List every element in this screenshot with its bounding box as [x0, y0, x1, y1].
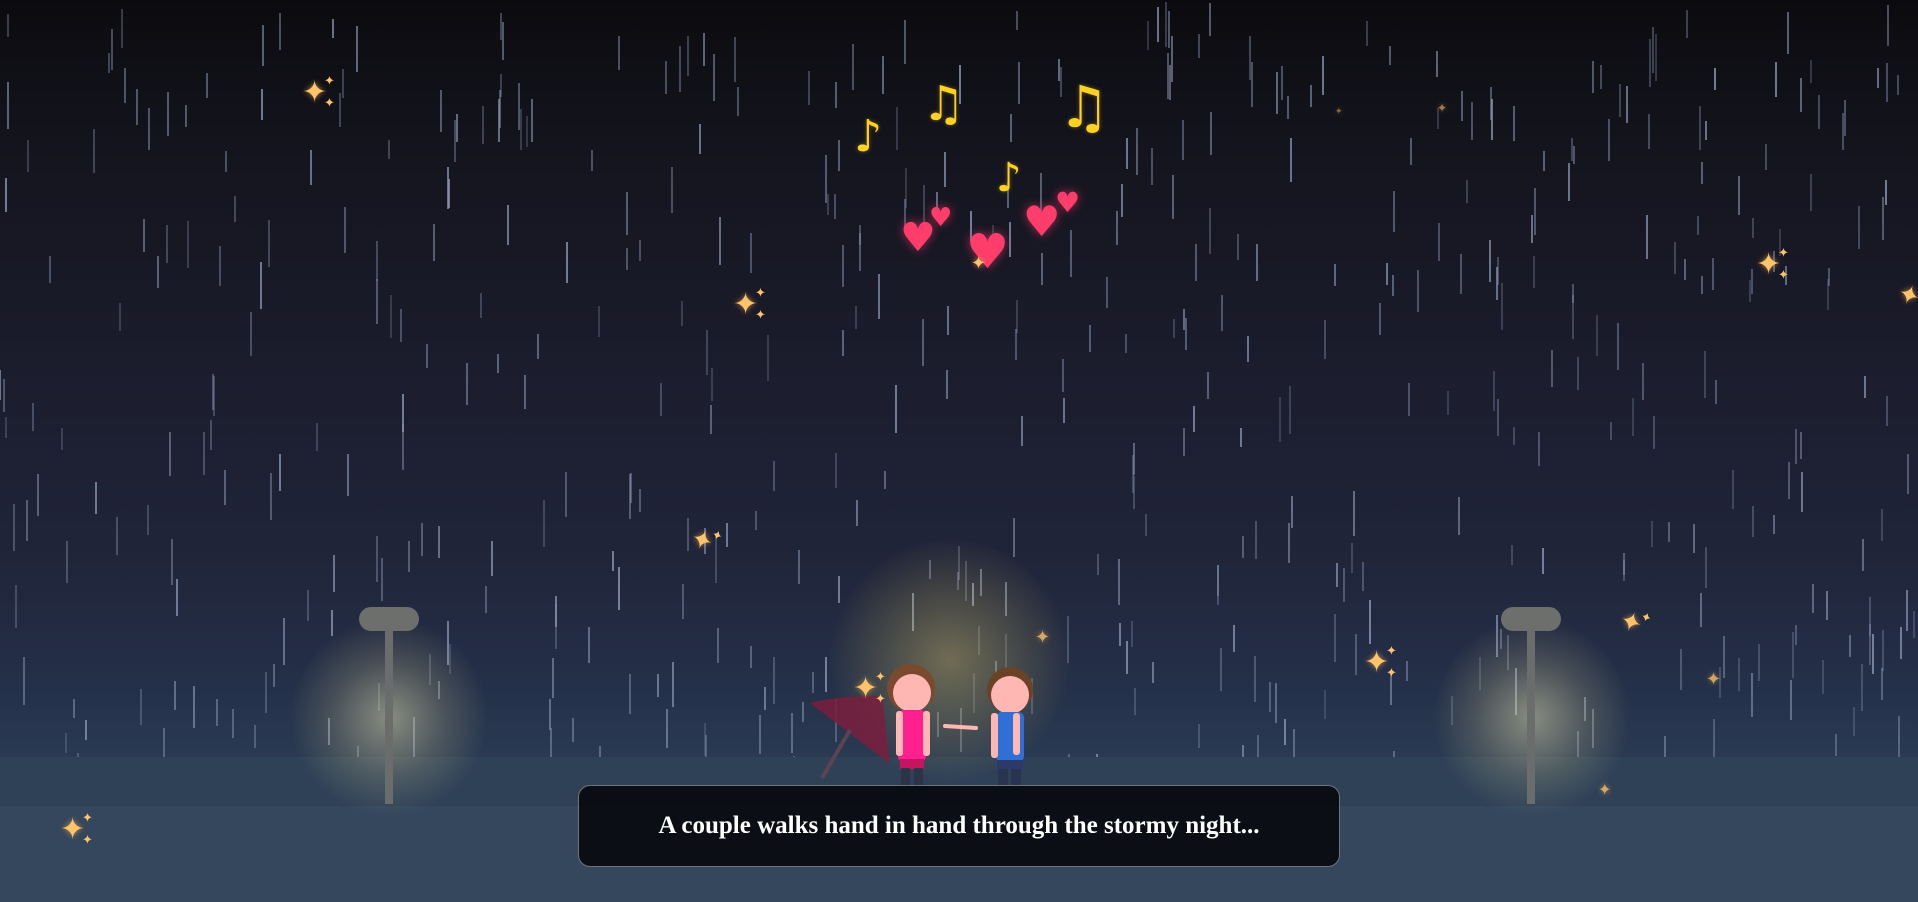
sparkle-icon: ✦ — [1598, 782, 1612, 799]
sparkle-icon: ✦ ✦ ✦ — [60, 810, 93, 847]
sparkle-icon: ✦ — [1437, 101, 1448, 115]
music-note-icon: ♪ — [996, 155, 1022, 201]
sparkle-icon: ✦ ✦ ✦ — [733, 285, 766, 322]
girl-character — [887, 664, 935, 792]
street-lamp-right — [1527, 628, 1535, 804]
heart-icon: ♥ — [1055, 186, 1081, 219]
sparkle-icon: ✦ ✦ ✦ — [853, 669, 886, 706]
dialogue-text: A couple walks hand in hand through the … — [658, 812, 1260, 839]
dialogue-box[interactable]: A couple walks hand in hand through the … — [578, 785, 1340, 867]
music-notes-icon: ♫ — [922, 76, 966, 132]
umbrella-icon — [810, 695, 890, 780]
sparkle-icon: ✦ ✦ ✦ — [1756, 245, 1789, 282]
sparkle-icon: ✦ — [971, 253, 987, 273]
sparkle-icon: ✦ — [1335, 106, 1343, 116]
held-hands — [943, 724, 978, 730]
sparkle-icon: ✦ ✦ ✦ — [1364, 643, 1397, 680]
music-note-icon: ♪ — [854, 111, 883, 162]
sparkle-icon: ✦ — [1706, 669, 1722, 689]
heart-icon: ♥ — [929, 203, 953, 233]
sparkle-icon: ✦ — [1035, 627, 1051, 647]
street-lamp-left — [385, 628, 393, 804]
sparkle-icon: ✦ ✦ ✦ — [302, 73, 335, 110]
game-scene: ♪ ♫ ♫ ♪ ♥ ♥ ♥ ♥ ♥ ✦ ✦ ✦ ✦ ✦ ✦ ✦ ✦ ✦ ✦ ✦ … — [0, 0, 1918, 902]
boy-character — [987, 667, 1033, 793]
music-notes-icon: ♫ — [1058, 73, 1110, 141]
